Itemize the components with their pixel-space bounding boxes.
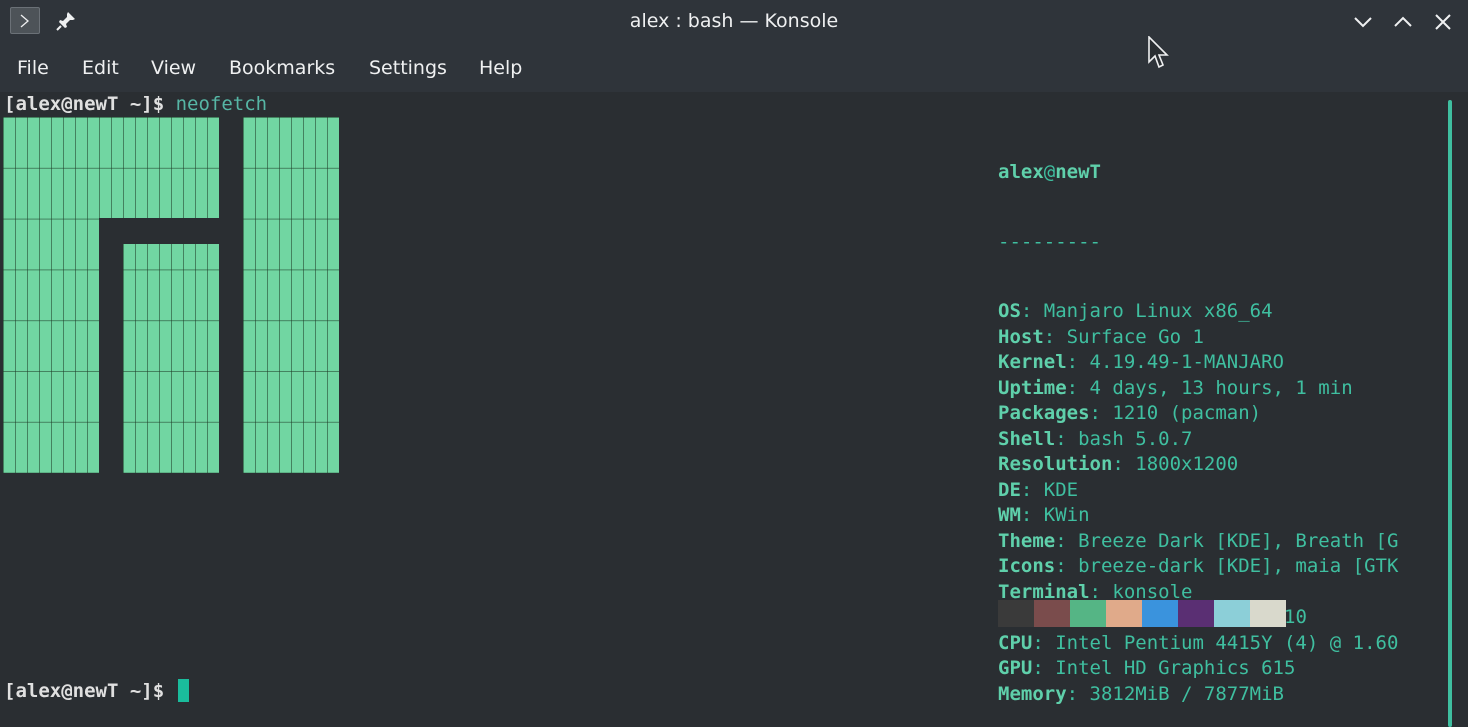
info-row: Packages: 1210 (pacman)	[998, 402, 1262, 424]
info-value: Intel HD Graphics 615	[1055, 657, 1296, 679]
info-key: Icons	[998, 555, 1056, 577]
info-value: bash 5.0.7	[1078, 427, 1193, 450]
info-key: Shell	[998, 427, 1056, 450]
palette-swatch	[1214, 600, 1250, 627]
info-value: Breeze Dark [KDE], Breath [G	[1078, 529, 1399, 552]
info-value: KWin	[1043, 504, 1090, 526]
close-icon[interactable]	[1432, 11, 1454, 33]
info-row: WM: KWin	[998, 504, 1090, 526]
command-line: [alex@newT ~]$ neofetch	[4, 93, 267, 115]
info-row: Shell: bash 5.0.7	[998, 427, 1193, 450]
info-key: Kernel	[998, 351, 1067, 373]
info-value: KDE	[1043, 478, 1079, 501]
final-prompt: [alex@newT ~]$	[4, 680, 165, 702]
palette-swatch	[998, 600, 1034, 627]
user-host: alex@newT	[998, 161, 1101, 183]
window-title: alex : bash — Konsole	[629, 10, 839, 32]
info-row: Theme: Breeze Dark [KDE], Breath [G	[998, 529, 1399, 552]
menu-bar: File Edit View Bookmarks Settings Help	[0, 42, 1468, 92]
separator: ---------	[998, 230, 1101, 253]
info-row: OS: Manjaro Linux x86_64	[998, 300, 1273, 322]
info-row: Kernel: 4.19.49-1-MANJARO	[998, 351, 1284, 373]
info-key: WM	[998, 504, 1021, 526]
info-row: DE: KDE	[998, 478, 1079, 501]
info-value: 3812MiB / 7877MiB	[1089, 682, 1284, 705]
palette-swatch	[1142, 600, 1178, 627]
menu-file[interactable]: File	[16, 57, 50, 79]
info-row: GPU: Intel HD Graphics 615	[998, 657, 1296, 679]
scrollbar[interactable]	[1448, 100, 1452, 727]
final-command-line[interactable]: [alex@newT ~]$	[4, 679, 189, 702]
mouse-pointer-icon	[1148, 35, 1170, 74]
info-value: breeze-dark [KDE], maia [GTK	[1078, 555, 1399, 577]
logo-top-bar	[3, 117, 219, 218]
text-cursor	[177, 679, 189, 702]
info-value: Manjaro Linux x86_64	[1043, 300, 1273, 322]
info-value: 4.19.49-1-MANJARO	[1089, 351, 1284, 373]
logo-right-column	[243, 117, 339, 473]
info-key: GPU	[998, 657, 1033, 679]
info-row: Resolution: 1800x1200	[998, 453, 1239, 475]
info-row: Host: Surface Go 1	[998, 325, 1204, 348]
logo-middle-column	[123, 244, 219, 473]
info-value: 1210 (pacman)	[1112, 402, 1262, 424]
palette-swatch	[1070, 600, 1106, 627]
info-key: DE	[998, 478, 1021, 501]
info-key: OS	[998, 300, 1021, 322]
info-key: Uptime	[998, 376, 1067, 399]
info-key: Packages	[998, 402, 1090, 424]
palette-swatch	[1178, 600, 1214, 627]
command: neofetch	[175, 93, 268, 115]
info-value: 1800x1200	[1135, 453, 1239, 475]
palette-swatch	[1034, 600, 1070, 627]
info-value: Intel Pentium 4415Y (4) @ 1.60	[1055, 631, 1399, 654]
info-key: Theme	[998, 529, 1056, 552]
color-palette	[998, 600, 1286, 627]
prompt: [alex@newT ~]$	[4, 93, 165, 115]
info-key: Memory	[998, 682, 1067, 705]
info-row: Icons: breeze-dark [KDE], maia [GTK	[998, 555, 1399, 577]
menu-settings[interactable]: Settings	[368, 57, 448, 79]
info-key: CPU	[998, 631, 1033, 654]
palette-swatch	[1106, 600, 1142, 627]
menu-bookmarks[interactable]: Bookmarks	[228, 57, 336, 79]
title-bar: alex : bash — Konsole	[0, 0, 1468, 42]
palette-swatch	[1250, 600, 1286, 627]
minimize-icon[interactable]	[1352, 11, 1374, 33]
menu-help[interactable]: Help	[478, 57, 523, 79]
info-row: CPU: Intel Pentium 4415Y (4) @ 1.60	[998, 631, 1399, 654]
system-info: alex@newT --------- OS: Manjaro Linux x8…	[998, 116, 1398, 727]
menu-edit[interactable]: Edit	[81, 57, 120, 79]
info-value: 4 days, 13 hours, 1 min	[1089, 376, 1353, 399]
info-row: Uptime: 4 days, 13 hours, 1 min	[998, 376, 1353, 399]
info-value: Surface Go 1	[1066, 325, 1204, 348]
info-key: Host	[998, 325, 1044, 348]
maximize-icon[interactable]	[1392, 11, 1414, 33]
info-key: Resolution	[998, 453, 1113, 475]
logo-left-column	[3, 218, 99, 473]
info-row: Memory: 3812MiB / 7877MiB	[998, 682, 1284, 705]
menu-view[interactable]: View	[150, 57, 197, 79]
